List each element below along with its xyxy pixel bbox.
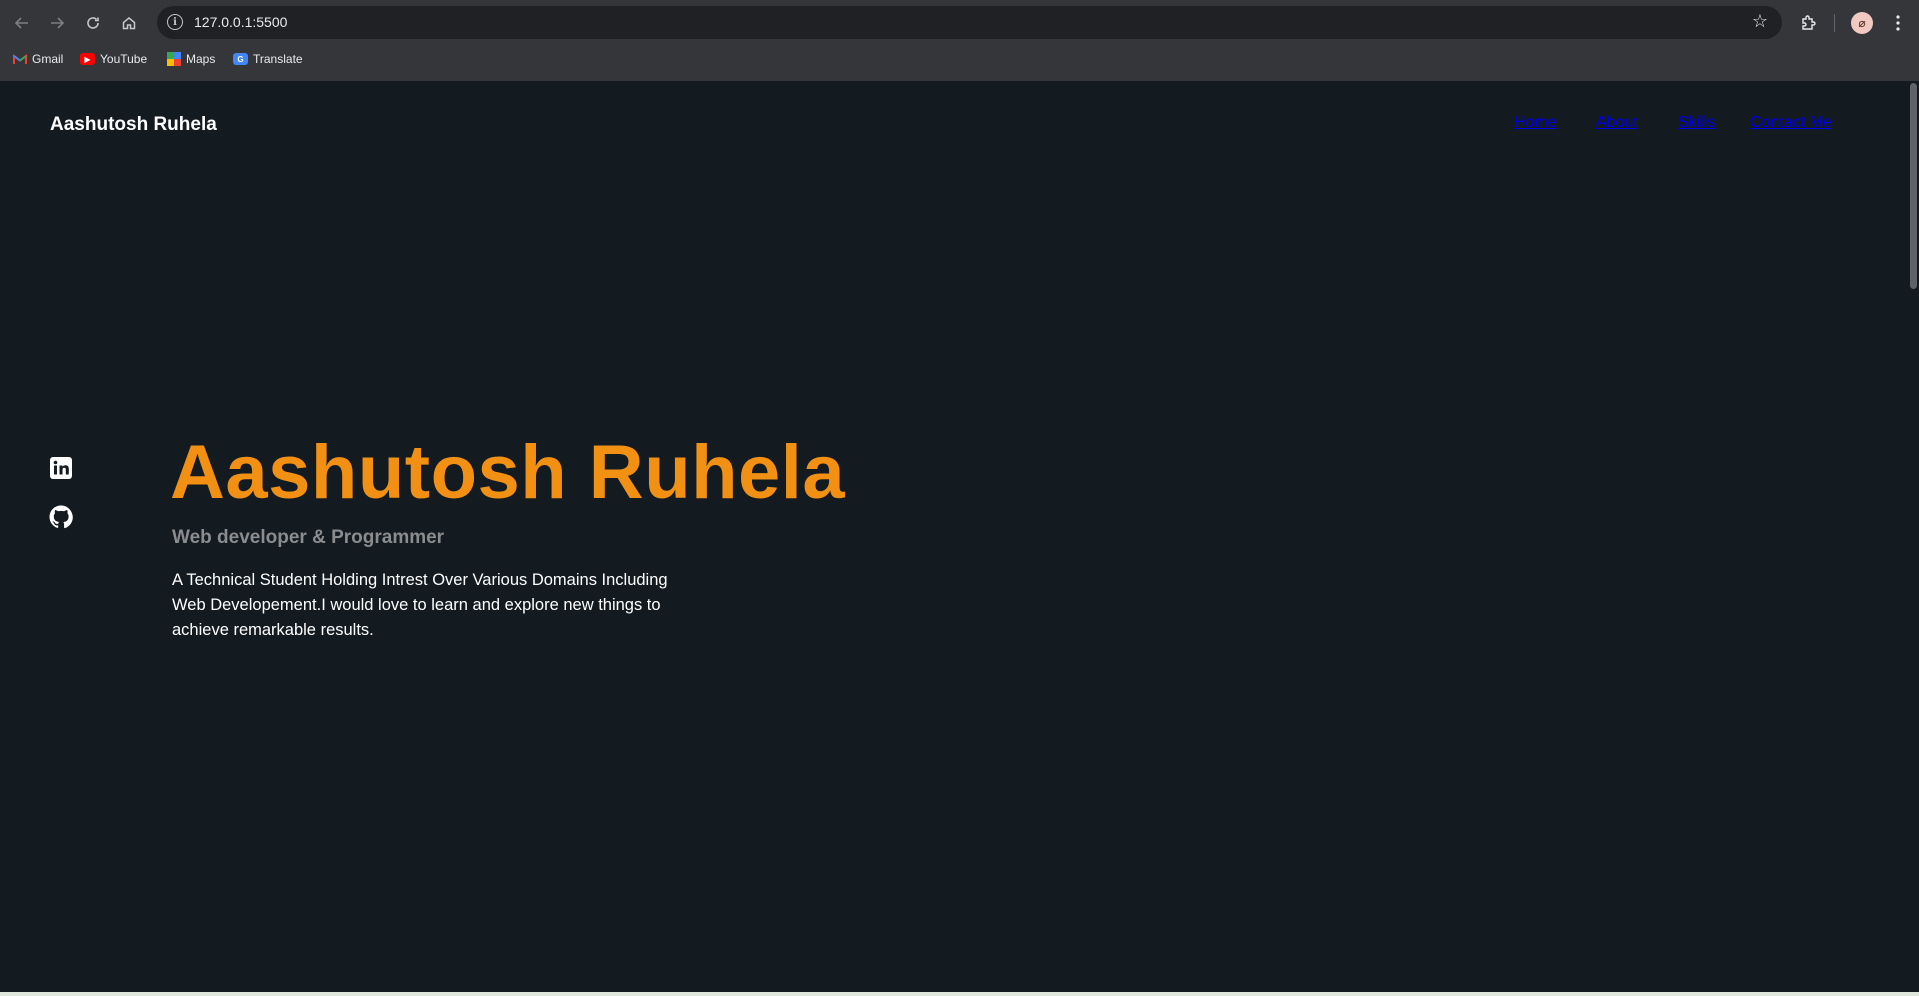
page-viewport: Aashutosh Ruhela Home About Skills Conta… [0, 81, 1908, 992]
browser-menu-button[interactable] [1885, 10, 1911, 36]
browser-chrome: i 127.0.0.1:5500 ☆ ⌀ Gmail ▶ YouTube Map… [0, 0, 1919, 81]
github-icon [49, 505, 73, 529]
hero-description: A Technical Student Holding Intrest Over… [172, 571, 668, 639]
linkedin-icon [50, 457, 72, 479]
github-link[interactable] [49, 505, 73, 529]
bookmark-maps[interactable]: Maps [166, 50, 215, 68]
extensions-button[interactable] [1796, 10, 1822, 36]
youtube-icon: ▶ [80, 53, 95, 65]
bookmarks-bar: Gmail ▶ YouTube Maps G Translate [0, 46, 1919, 72]
bookmark-translate[interactable]: G Translate [233, 50, 303, 68]
bottom-edge [0, 992, 1919, 996]
page-scrollbar[interactable] [1908, 81, 1919, 992]
home-icon [122, 17, 136, 30]
bookmark-label: Translate [253, 52, 303, 66]
reload-icon [87, 17, 99, 29]
bookmark-star-icon[interactable]: ☆ [1752, 11, 1768, 32]
scrollbar-thumb[interactable] [1910, 83, 1917, 289]
nav-skills[interactable]: Skills [1678, 114, 1715, 132]
nav-home[interactable]: Home [1514, 114, 1557, 132]
translate-icon: G [233, 53, 248, 65]
linkedin-link[interactable] [49, 456, 73, 480]
gmail-icon [12, 53, 27, 65]
bookmark-youtube[interactable]: ▶ YouTube [80, 50, 147, 68]
nav-contact[interactable]: Contact Me [1750, 114, 1832, 132]
toolbar-separator [1834, 14, 1835, 32]
home-button[interactable] [116, 10, 142, 36]
hero-name: Aashutosh Ruhela [170, 430, 846, 515]
profile-avatar[interactable]: ⌀ [1851, 12, 1873, 34]
maps-icon [166, 52, 181, 66]
back-button[interactable] [9, 10, 35, 36]
arrow-left-icon [14, 17, 28, 29]
site-brand[interactable]: Aashutosh Ruhela [50, 114, 217, 136]
address-url[interactable]: 127.0.0.1:5500 [194, 14, 287, 30]
arrow-right-icon [51, 17, 65, 29]
bookmark-label: YouTube [100, 52, 148, 66]
nav-about[interactable]: About [1596, 114, 1638, 132]
hero-role: Web developer & Programmer [172, 527, 445, 548]
browser-toolbar: i 127.0.0.1:5500 ☆ ⌀ [0, 0, 1919, 45]
kebab-menu-icon [1896, 15, 1900, 31]
forward-button[interactable] [44, 10, 70, 36]
bookmark-label: Maps [186, 52, 216, 66]
site-info-icon[interactable]: i [167, 14, 183, 30]
reload-button[interactable] [80, 10, 106, 36]
puzzle-icon [1802, 15, 1816, 30]
address-bar[interactable]: i 127.0.0.1:5500 ☆ [157, 6, 1782, 39]
bookmark-gmail[interactable]: Gmail [12, 50, 63, 68]
bookmark-label: Gmail [32, 52, 64, 66]
